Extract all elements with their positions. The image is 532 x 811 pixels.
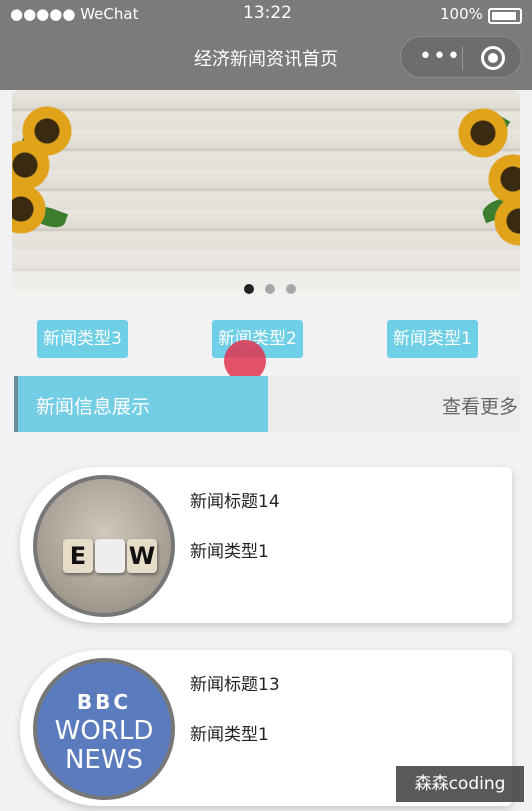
view-more-link[interactable]: 查看更多: [442, 392, 518, 419]
watermark: 森森coding: [396, 766, 524, 802]
battery-icon: [488, 8, 522, 24]
section-label-box: 新闻信息展示: [14, 376, 268, 432]
status-bar: ●●●●● WeChat 13:22 100%: [0, 0, 532, 30]
letter-tile: E: [63, 539, 93, 573]
target-icon[interactable]: [481, 46, 505, 70]
carousel-indicators: [244, 279, 307, 298]
capsule-divider: [462, 46, 463, 70]
more-dots-icon[interactable]: •••: [419, 46, 461, 68]
category-button-1[interactable]: 新闻类型1: [387, 320, 478, 358]
news-thumbnail: E W: [33, 475, 175, 617]
carousel-dot[interactable]: [286, 284, 296, 294]
thumb-text: WORLD: [54, 716, 154, 746]
news-type: 新闻类型1: [190, 542, 269, 562]
carrier-label: ●●●●● WeChat: [10, 5, 139, 23]
letter-tile: W: [127, 539, 157, 573]
carousel-dot[interactable]: [244, 284, 254, 294]
thumb-text: NEWS: [64, 745, 144, 775]
news-title: 新闻标题14: [190, 492, 280, 512]
battery-percent: 100%: [440, 5, 483, 23]
category-button-3[interactable]: 新闻类型3: [37, 320, 128, 358]
bbc-logo: BBC: [76, 690, 132, 714]
sunflower-icon: [456, 106, 510, 160]
news-title: 新闻标题13: [190, 675, 280, 695]
mini-program-capsule: •••: [400, 36, 522, 78]
banner-carousel[interactable]: [12, 90, 520, 300]
section-header: 新闻信息展示 查看更多: [14, 376, 520, 432]
clock: 13:22: [243, 3, 292, 23]
top-bar: ●●●●● WeChat 13:22 100% 经济新闻资讯首页 •••: [0, 0, 532, 90]
news-card[interactable]: E W 新闻标题14 新闻类型1: [20, 467, 512, 623]
news-thumbnail: BBC WORLD NEWS: [33, 658, 175, 800]
sunflower-icon: [12, 182, 48, 236]
carousel-dot[interactable]: [265, 284, 275, 294]
news-type: 新闻类型1: [190, 725, 269, 745]
section-title: 新闻信息展示: [36, 396, 151, 418]
letter-tile-blank: [95, 539, 125, 573]
